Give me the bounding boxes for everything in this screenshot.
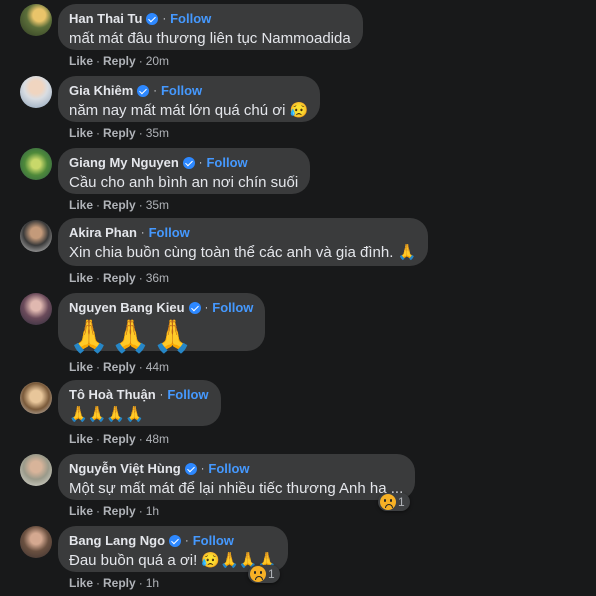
avatar[interactable] (20, 4, 52, 36)
separator-dot: · (185, 535, 189, 547)
comment-bubble: Giang My Nguyen · Follow Cầu cho anh bìn… (58, 148, 311, 194)
follow-button[interactable]: Follow (193, 533, 234, 549)
timestamp[interactable]: 48m (146, 432, 169, 446)
separator-dot: · (159, 389, 164, 401)
comment-text: 🙏🙏🙏🙏 (69, 406, 144, 423)
author-name[interactable]: Bang Lang Ngo (69, 533, 165, 549)
separator-dot: · (140, 227, 145, 239)
timestamp[interactable]: 36m (146, 271, 169, 285)
author-name[interactable]: Tô Hoà Thuận (69, 387, 156, 403)
like-button[interactable]: Like (69, 576, 93, 590)
avatar[interactable] (20, 293, 52, 325)
timestamp[interactable]: 1h (146, 504, 159, 518)
follow-button[interactable]: Follow (170, 11, 211, 27)
comment-text: năm nay mất mát lớn quá chú ơi 😥 (69, 102, 309, 119)
avatar[interactable] (20, 76, 52, 108)
follow-button[interactable]: Follow (208, 461, 249, 477)
separator-dot: · (198, 157, 203, 169)
comment-actions: Like · Reply · 36m (69, 271, 170, 285)
comment-text: Cầu cho anh bình an nơi chín suối (69, 174, 299, 191)
like-button[interactable]: Like (69, 504, 93, 518)
separator-dot: · (162, 13, 167, 25)
reply-button[interactable]: Reply (103, 504, 136, 518)
avatar[interactable] (20, 148, 52, 180)
comment-actions: Like · Reply · 48m (69, 432, 170, 446)
comment-text: Xin chia buồn cùng toàn thể các anh và g… (69, 244, 417, 261)
comment-text: 🙏🙏🙏 (69, 318, 195, 354)
comment-text: Một sự mất mát để lại nhiều tiếc thương … (69, 480, 404, 497)
timestamp[interactable]: 1h (146, 576, 159, 590)
comment-bubble: Tô Hoà Thuận · Follow 🙏🙏🙏🙏 (58, 380, 221, 426)
author-name[interactable]: Giang My Nguyen (69, 155, 179, 171)
timestamp[interactable]: 35m (146, 198, 169, 212)
comment-bubble: Nguyễn Việt Hùng · Follow Một sự mất mát… (58, 454, 416, 500)
comment-bubble: Han Thai Tu · Follow mất mát đâu thương … (58, 4, 363, 50)
timestamp[interactable]: 35m (146, 126, 169, 140)
like-button[interactable]: Like (69, 198, 93, 212)
reply-button[interactable]: Reply (103, 360, 136, 374)
comment-actions: Like · Reply · 35m (69, 126, 170, 140)
sad-reaction-icon (380, 494, 396, 510)
follow-button[interactable]: Follow (149, 225, 190, 241)
sad-reaction-icon (250, 566, 266, 582)
separator-dot: · (200, 463, 205, 475)
comment-actions: Like · Reply · 1h (69, 504, 160, 518)
verified-badge-icon (169, 535, 182, 547)
follow-button[interactable]: Follow (167, 387, 208, 403)
comment-actions: Like · Reply · 20m (69, 54, 170, 68)
separator-dot: · (153, 85, 157, 97)
reply-button[interactable]: Reply (103, 432, 136, 446)
reply-button[interactable]: Reply (103, 198, 136, 212)
reply-button[interactable]: Reply (103, 271, 136, 285)
like-button[interactable]: Like (69, 271, 93, 285)
reply-button[interactable]: Reply (103, 576, 136, 590)
reaction-summary[interactable]: 1 (248, 565, 280, 583)
verified-badge-icon (146, 13, 159, 25)
comment-text: Đau buồn quá a ơi! 😥🙏🙏🙏 (69, 552, 277, 569)
verified-badge-icon (137, 85, 150, 97)
author-name[interactable]: Akira Phan (69, 225, 137, 241)
reaction-count: 1 (268, 567, 275, 581)
comment-bubble: Nguyen Bang Kieu · Follow 🙏🙏🙏 (58, 293, 266, 354)
comment-actions: Like · Reply · 1h (69, 576, 160, 590)
author-name[interactable]: Han Thai Tu (69, 11, 142, 27)
follow-button[interactable]: Follow (161, 83, 202, 99)
reaction-summary[interactable]: 1 (378, 493, 410, 511)
author-name[interactable]: Nguyễn Việt Hùng (69, 461, 181, 477)
author-name[interactable]: Gia Khiêm (69, 83, 133, 99)
reply-button[interactable]: Reply (103, 54, 136, 68)
verified-badge-icon (182, 157, 195, 169)
like-button[interactable]: Like (69, 432, 93, 446)
comment-bubble: Gia Khiêm · Follow năm nay mất mát lớn q… (58, 76, 321, 122)
author-name[interactable]: Nguyen Bang Kieu (69, 300, 185, 316)
like-button[interactable]: Like (69, 126, 93, 140)
like-button[interactable]: Like (69, 54, 93, 68)
avatar[interactable] (20, 382, 52, 414)
separator-dot: · (204, 302, 209, 314)
avatar[interactable] (20, 454, 52, 486)
timestamp[interactable]: 20m (146, 54, 169, 68)
avatar[interactable] (20, 526, 52, 558)
verified-badge-icon (184, 463, 197, 475)
reply-button[interactable]: Reply (103, 126, 136, 140)
timestamp[interactable]: 44m (146, 360, 169, 374)
comment-actions: Like · Reply · 35m (69, 198, 170, 212)
comment-bubble: Akira Phan · Follow Xin chia buồn cùng t… (58, 218, 429, 266)
follow-button[interactable]: Follow (206, 155, 247, 171)
follow-button[interactable]: Follow (212, 300, 253, 316)
comment-text: mất mát đâu thương liên tục Nammoadida (69, 30, 351, 47)
like-button[interactable]: Like (69, 360, 93, 374)
verified-badge-icon (188, 302, 201, 314)
comment-actions: Like · Reply · 44m (69, 360, 170, 374)
avatar[interactable] (20, 220, 52, 252)
reaction-count: 1 (398, 495, 405, 509)
